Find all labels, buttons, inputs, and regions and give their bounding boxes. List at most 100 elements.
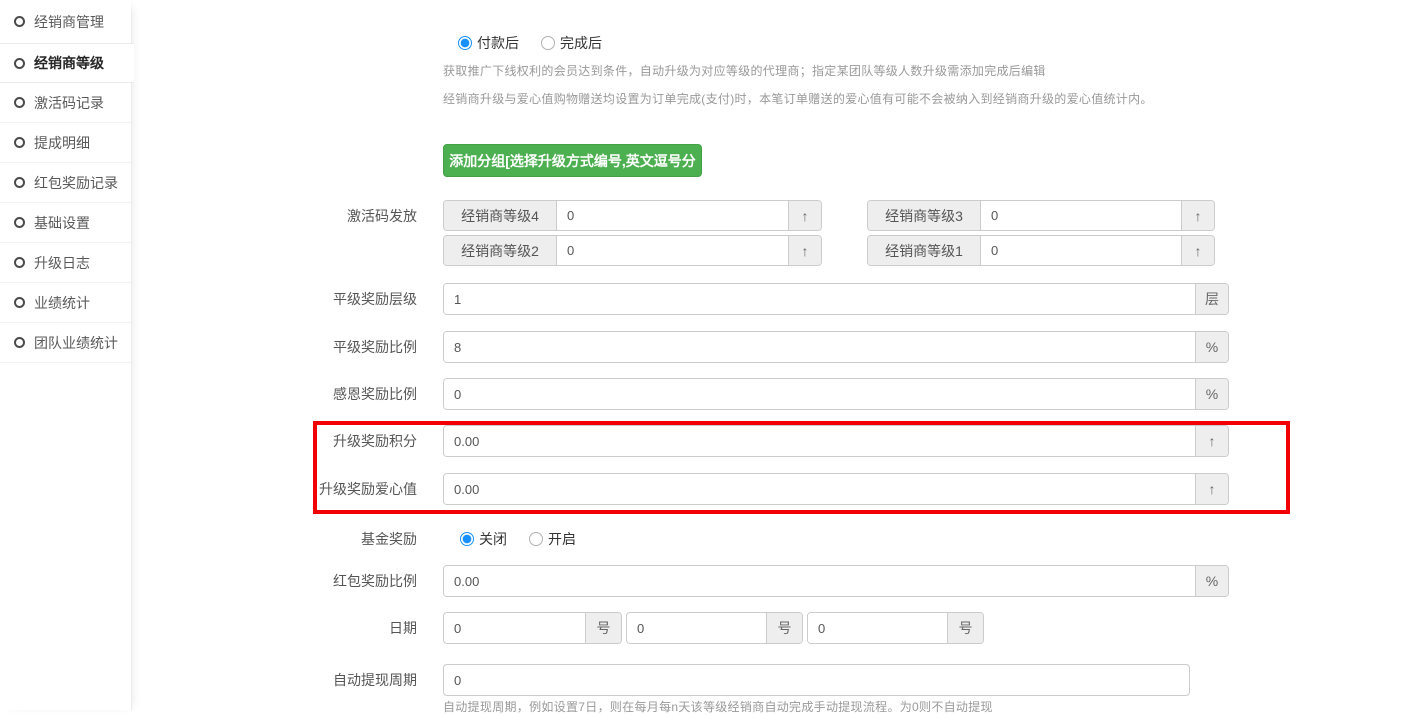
day-addon: 号 [947,613,983,643]
activation-code-level2-group: 经销商等级2 ↑ [443,235,822,266]
sidebar-item-commission-details[interactable]: 提成明细 [0,123,131,163]
radio-fund-off[interactable]: 关闭 [460,529,507,549]
upgrade-reward-points-input[interactable] [444,426,1195,456]
field-label-upgrade-reward-love: 升级奖励爱心值 [132,481,417,497]
sidebar-item-label: 提成明细 [34,133,90,153]
circle-icon [14,16,25,27]
field-label-upgrade-reward-points: 升级奖励积分 [132,433,417,449]
add-group-button[interactable]: 添加分组[选择升级方式编号,英文逗号分隔] [443,144,702,177]
radio-unchecked-icon [529,532,543,546]
radio-label: 开启 [548,529,576,549]
upgrade-mode-radio-group: 付款后 完成后 [458,33,602,53]
circle-icon [14,297,25,308]
sidebar-item-team-performance-stats[interactable]: 团队业绩统计 [0,323,131,363]
date-input-group-1: 号 [443,612,622,644]
peer-reward-level-group: 层 [443,283,1229,315]
help-text-love-value: 经销商升级与爱心值购物赠送均设置为订单完成(支付)时，本笔订单赠送的爱心值有可能… [443,90,1153,107]
circle-icon [14,217,25,228]
peer-reward-level-input[interactable] [444,284,1195,314]
activation-code-level1-input[interactable] [981,236,1181,265]
radio-checked-icon [460,532,474,546]
radio-after-payment[interactable]: 付款后 [458,33,519,53]
fund-reward-radio-group: 关闭 开启 [460,529,576,549]
arrow-up-icon[interactable]: ↑ [1181,236,1214,265]
help-text-upgrade-rule: 获取推广下线权利的会员达到条件，自动升级为对应等级的代理商；指定某团队等级人数升… [443,62,1046,79]
sidebar-item-label: 团队业绩统计 [34,333,118,353]
arrow-up-icon[interactable]: ↑ [1195,474,1228,504]
circle-icon [14,257,25,268]
activation-code-level4-group: 经销商等级4 ↑ [443,200,822,231]
day-addon: 号 [585,613,621,643]
radio-checked-icon [458,36,472,50]
sidebar-item-basic-settings[interactable]: 基础设置 [0,203,131,243]
red-packet-ratio-input[interactable] [444,566,1195,596]
radio-label: 关闭 [479,529,507,549]
field-label-activation-codes: 激活码发放 [132,208,417,224]
field-label-auto-withdraw-cycle: 自动提现周期 [132,672,417,688]
field-label-date: 日期 [132,620,417,636]
circle-icon [14,177,25,188]
field-label-gratitude-reward-ratio: 感恩奖励比例 [132,386,417,402]
sidebar-item-redpacket-reward-records[interactable]: 红包奖励记录 [0,163,131,203]
field-label-fund-reward: 基金奖励 [132,531,417,547]
sidebar-item-label: 经销商管理 [34,12,104,32]
upgrade-reward-points-group: ↑ [443,425,1229,457]
gratitude-reward-ratio-input[interactable] [444,379,1195,409]
group-label: 经销商等级4 [444,201,557,230]
date-input-3[interactable] [808,613,947,643]
date-inputs-row: 号 号 号 [443,612,984,644]
gratitude-reward-ratio-group: % [443,378,1229,410]
sidebar-item-activation-code-records[interactable]: 激活码记录 [0,83,131,123]
radio-after-completion[interactable]: 完成后 [541,33,602,53]
field-label-peer-reward-level: 平级奖励层级 [132,291,417,307]
activation-code-level3-group: 经销商等级3 ↑ [867,200,1215,231]
radio-fund-on[interactable]: 开启 [529,529,576,549]
red-packet-ratio-group: % [443,565,1229,597]
field-label-red-packet-ratio: 红包奖励比例 [132,573,417,589]
radio-label: 付款后 [477,33,519,53]
arrow-up-icon[interactable]: ↑ [788,201,821,230]
arrow-up-icon[interactable]: ↑ [1195,426,1228,456]
percent-addon: % [1195,332,1228,362]
activation-code-level2-input[interactable] [557,236,788,265]
activation-code-level4-input[interactable] [557,201,788,230]
sidebar-item-label: 业绩统计 [34,293,90,313]
group-label: 经销商等级2 [444,236,557,265]
arrow-up-icon[interactable]: ↑ [1181,201,1214,230]
date-input-group-3: 号 [807,612,984,644]
sidebar-item-dealer-level[interactable]: 经销商等级 [0,43,134,83]
percent-addon: % [1195,379,1228,409]
arrow-up-icon[interactable]: ↑ [788,236,821,265]
upgrade-reward-love-input[interactable] [444,474,1195,504]
radio-unchecked-icon [541,36,555,50]
date-input-2[interactable] [627,613,766,643]
peer-reward-ratio-input[interactable] [444,332,1195,362]
circle-icon [14,137,25,148]
auto-withdraw-cycle-input[interactable] [443,664,1190,696]
circle-icon [14,97,25,108]
sidebar-item-label: 激活码记录 [34,93,104,113]
circle-icon [14,58,25,69]
date-input-group-2: 号 [626,612,803,644]
activation-code-level1-group: 经销商等级1 ↑ [867,235,1215,266]
sidebar-item-performance-stats[interactable]: 业绩统计 [0,283,131,323]
group-label: 经销商等级3 [868,201,981,230]
sidebar: 经销商管理 经销商等级 激活码记录 提成明细 红包奖励记录 基础设置 升级日志 … [0,0,132,710]
settings-form: 付款后 完成后 获取推广下线权利的会员达到条件，自动升级为对应等级的代理商；指定… [132,0,1422,710]
sidebar-item-label: 基础设置 [34,213,90,233]
date-input-1[interactable] [444,613,585,643]
sidebar-item-label: 红包奖励记录 [34,173,118,193]
radio-label: 完成后 [560,33,602,53]
sidebar-item-label: 经销商等级 [34,53,104,73]
sidebar-item-dealer-management[interactable]: 经销商管理 [0,0,131,44]
sidebar-item-upgrade-log[interactable]: 升级日志 [0,243,131,283]
sidebar-item-label: 升级日志 [34,253,90,273]
circle-icon [14,337,25,348]
help-text-auto-withdraw: 自动提现周期，例如设置7日，则在每月每n天该等级经销商自动完成手动提现流程。为0… [443,698,993,715]
activation-code-level3-input[interactable] [981,201,1181,230]
field-label-peer-reward-ratio: 平级奖励比例 [132,339,417,355]
activation-codes-grid: 经销商等级4 ↑ 经销商等级3 ↑ 经销商等级2 ↑ 经销商等级1 ↑ [443,200,1215,266]
upgrade-reward-love-group: ↑ [443,473,1229,505]
percent-addon: % [1195,566,1228,596]
day-addon: 号 [766,613,802,643]
